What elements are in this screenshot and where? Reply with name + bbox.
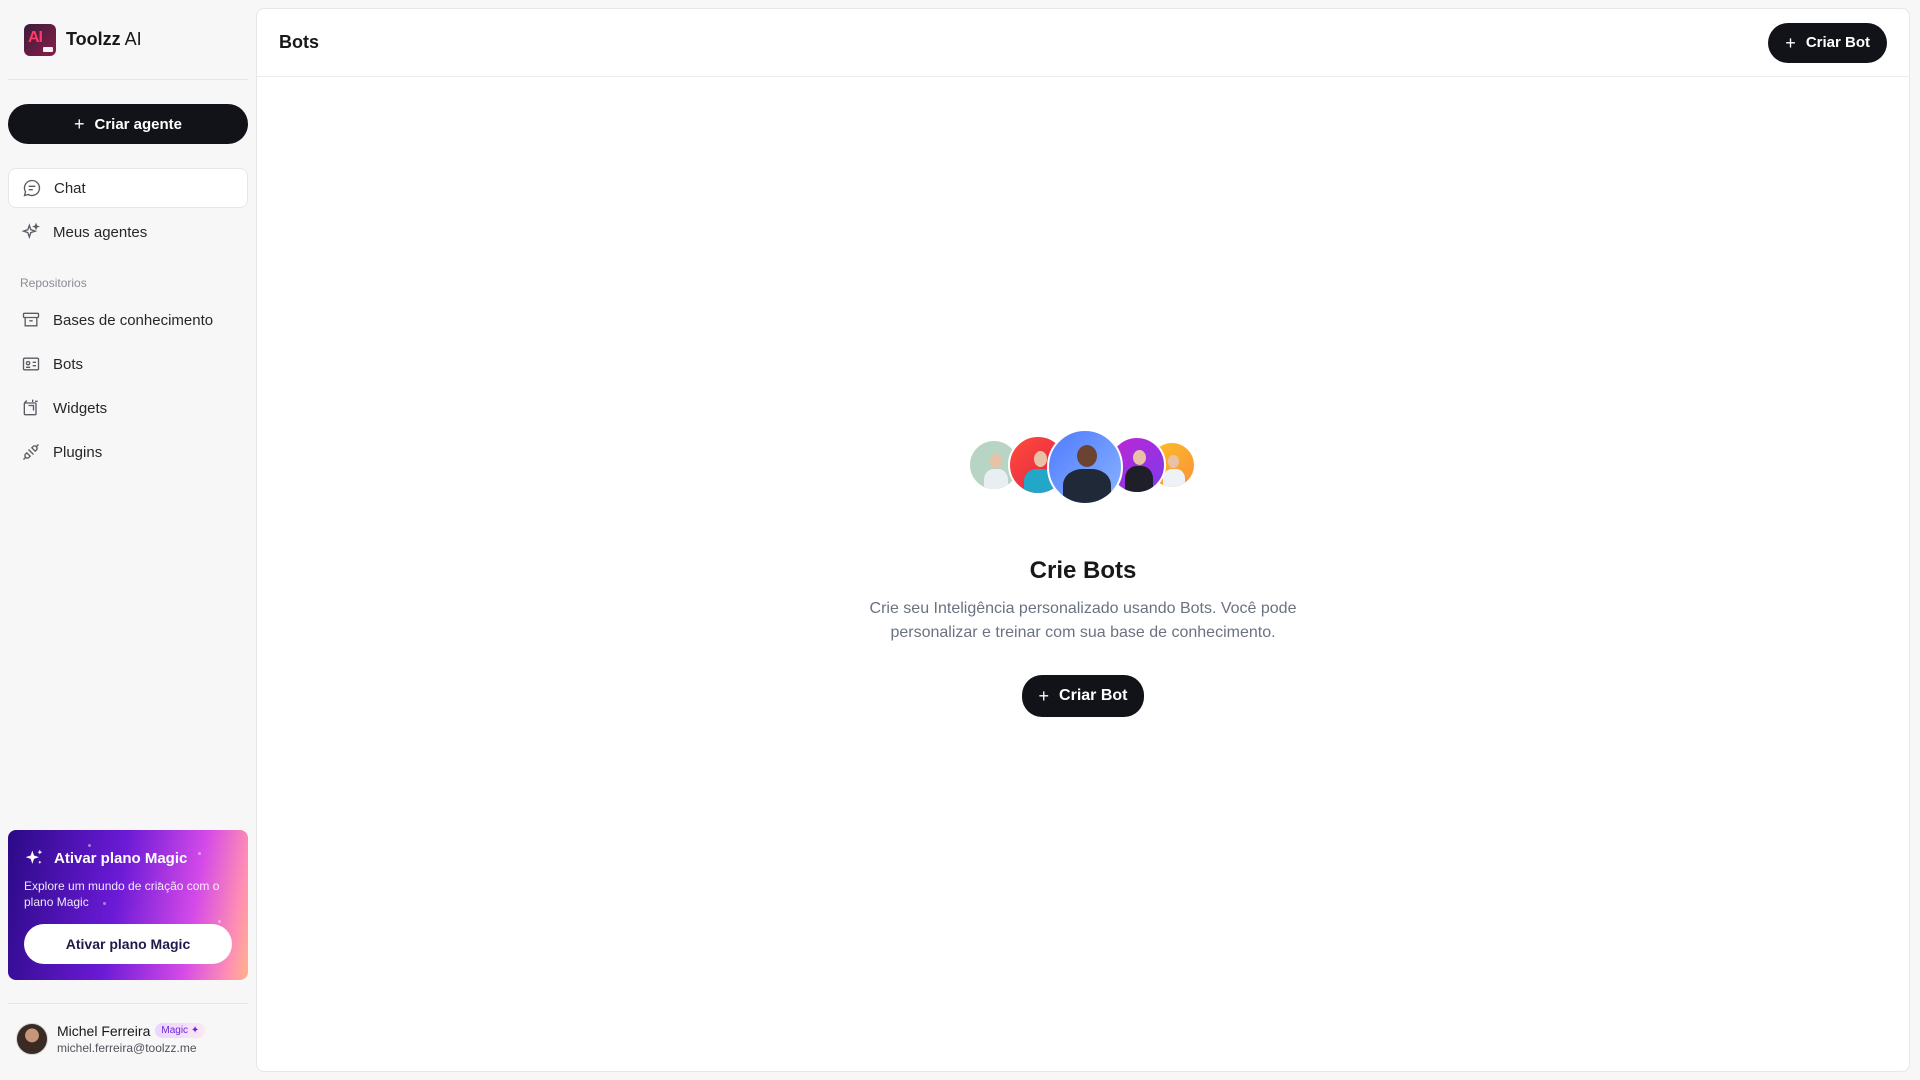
sparkle-icon bbox=[21, 222, 40, 240]
brand-name: Toolzz AI bbox=[66, 29, 142, 49]
avatar bbox=[16, 1022, 48, 1055]
bot-avatars-group bbox=[968, 429, 1198, 505]
brand: AI Toolzz AI bbox=[8, 0, 248, 80]
widget-icon bbox=[23, 399, 38, 416]
sidebar: AI Toolzz AI + Criar agente Chat Meus age… bbox=[0, 0, 256, 1080]
promo-text: Explore um mundo de criação com o plano … bbox=[24, 879, 220, 909]
magic-plan-promo: Ativar plano Magic Explore um mundo de c… bbox=[8, 830, 248, 980]
plug-icon bbox=[23, 444, 39, 460]
sidebar-item-bots[interactable]: Bots bbox=[8, 344, 248, 384]
bot-avatar bbox=[1047, 429, 1123, 505]
toolzz-logo-icon: AI bbox=[24, 23, 56, 56]
repositories-section-label: Repositorios bbox=[20, 276, 87, 290]
create-agent-button[interactable]: + Criar agente bbox=[8, 104, 248, 144]
sidebar-item-widgets[interactable]: Widgets bbox=[8, 388, 248, 428]
page-title: Bots bbox=[279, 32, 319, 52]
plus-icon: + bbox=[1785, 32, 1796, 53]
id-card-icon bbox=[22, 357, 40, 371]
plus-icon: + bbox=[73, 114, 85, 134]
sidebar-item-meus-agentes[interactable]: Meus agentes bbox=[8, 212, 248, 252]
sidebar-item-bases[interactable]: Bases de conhecimento bbox=[8, 300, 248, 340]
sparkles-icon bbox=[25, 849, 43, 864]
user-name: Michel Ferreira bbox=[57, 1022, 151, 1039]
main-panel: Bots + Criar Bot Crie Bots Crie seu Inte… bbox=[256, 8, 1910, 1072]
user-profile[interactable]: Michel Ferreira Magic ✦ michel.ferreira@… bbox=[8, 1003, 248, 1073]
plus-icon: + bbox=[1038, 686, 1050, 706]
empty-state-title: Crie Bots bbox=[1029, 557, 1137, 584]
user-email: michel.ferreira@toolzz.me bbox=[57, 1040, 197, 1055]
plan-badge: Magic ✦ bbox=[155, 1023, 206, 1038]
promo-title: Ativar plano Magic bbox=[24, 848, 232, 868]
create-bot-header-button[interactable]: + Criar Bot bbox=[1768, 22, 1887, 63]
empty-state: Crie Bots Crie seu Inteligência personal… bbox=[257, 429, 1909, 717]
sidebar-item-plugins[interactable]: Plugins bbox=[8, 432, 248, 472]
topbar: Bots + Criar Bot bbox=[257, 9, 1909, 77]
activate-magic-button[interactable]: Ativar plano Magic bbox=[24, 924, 232, 964]
sidebar-item-chat[interactable]: Chat bbox=[8, 168, 248, 208]
chat-icon bbox=[23, 179, 41, 197]
archive-icon bbox=[22, 312, 40, 327]
empty-state-description: Crie seu Inteligência personalizado usan… bbox=[869, 600, 1297, 641]
create-bot-button[interactable]: + Criar Bot bbox=[1021, 675, 1145, 717]
sidebar-nav: Chat Meus agentes Repositorios Bases de … bbox=[0, 168, 256, 476]
